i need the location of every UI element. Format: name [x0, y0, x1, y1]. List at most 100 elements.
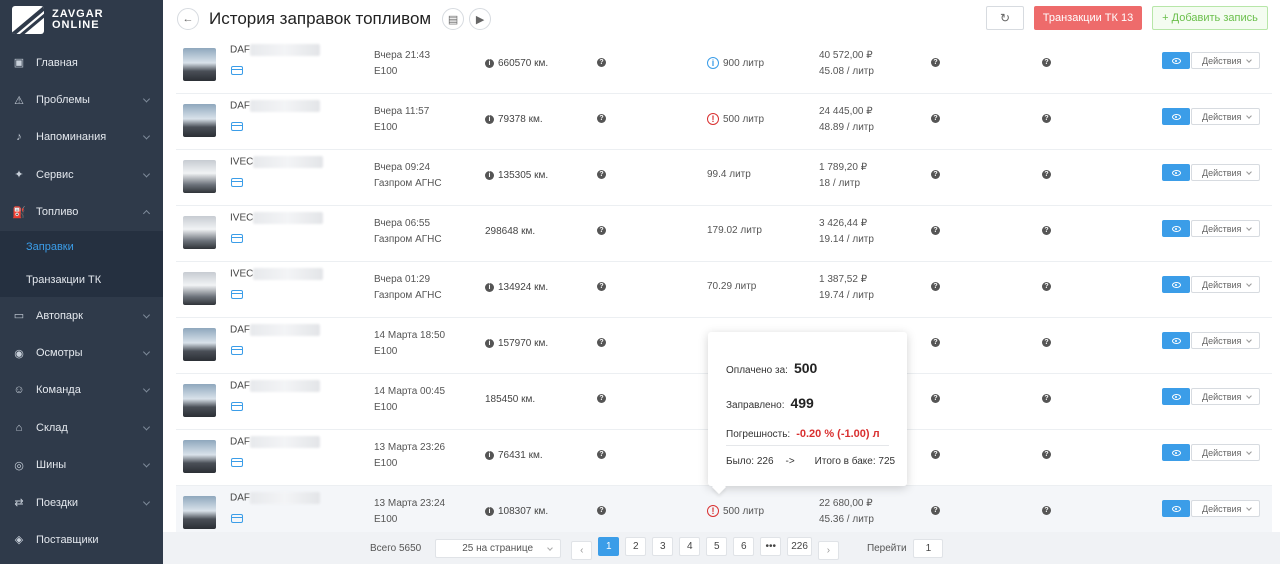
sidebar-item-8[interactable]: ⌂ Склад	[0, 409, 163, 446]
help-icon[interactable]: ?	[597, 506, 606, 515]
back-button[interactable]: ←	[177, 8, 199, 30]
info-dot-icon[interactable]: i	[485, 59, 494, 68]
info-dot-icon[interactable]: i	[485, 339, 494, 348]
refresh-button[interactable]: ↻	[986, 6, 1024, 30]
help-icon[interactable]: ?	[931, 394, 940, 403]
sidebar-item-9[interactable]: ◎ Шины	[0, 447, 163, 484]
actions-dropdown[interactable]: Действия	[1191, 52, 1260, 69]
prev-page-button[interactable]: ‹	[571, 540, 593, 560]
vehicle-name[interactable]: DAF	[230, 324, 320, 336]
sidebar-item-5[interactable]: ▭ Автопарк	[0, 297, 163, 334]
sidebar-item-6[interactable]: ◉ Осмотры	[0, 334, 163, 371]
help-icon[interactable]: ?	[931, 338, 940, 347]
help-icon[interactable]: ?	[1042, 226, 1051, 235]
sidebar-item-10[interactable]: ⇄ Поездки	[0, 484, 163, 521]
help-icon[interactable]: ?	[1042, 282, 1051, 291]
view-button[interactable]	[1162, 220, 1190, 237]
actions-dropdown[interactable]: Действия	[1191, 388, 1260, 405]
next-page-button[interactable]: ›	[817, 540, 839, 560]
table-row[interactable]: IVEC Вчера 06:55 Газпром АГНС 298648 км.? 17…	[176, 206, 1272, 262]
help-icon[interactable]: ?	[597, 226, 606, 235]
actions-dropdown[interactable]: Действия	[1191, 164, 1260, 181]
page-button[interactable]: 2	[625, 536, 647, 556]
alert-circle-icon[interactable]: !	[707, 113, 719, 125]
vehicle-name[interactable]: DAF	[230, 492, 320, 504]
help-icon[interactable]: ?	[931, 114, 940, 123]
help-icon[interactable]: ?	[597, 450, 606, 459]
view-button[interactable]	[1162, 500, 1190, 517]
export-document-button[interactable]: ▤	[442, 8, 465, 30]
brand-logo[interactable]: ZAVGAR ONLINE	[0, 0, 163, 40]
info-dot-icon[interactable]: i	[485, 115, 494, 124]
sidebar-item-0[interactable]: ▣ Главная	[0, 44, 163, 81]
vehicle-name[interactable]: DAF	[230, 44, 320, 56]
help-icon[interactable]: ?	[931, 450, 940, 459]
sidebar-item-2[interactable]: ♪ Напоминания	[0, 119, 163, 156]
help-icon[interactable]: ?	[931, 170, 940, 179]
vehicle-name[interactable]: DAF	[230, 100, 320, 112]
help-icon[interactable]: ?	[931, 506, 940, 515]
view-button[interactable]	[1162, 332, 1190, 349]
view-button[interactable]	[1162, 52, 1190, 69]
add-record-button[interactable]: + Добавить запись	[1152, 6, 1268, 30]
vehicle-name[interactable]: IVEC	[230, 268, 324, 280]
info-circle-icon[interactable]: i	[707, 57, 719, 69]
sidebar-item-7[interactable]: ☺ Команда	[0, 372, 163, 409]
vehicle-name[interactable]: DAF	[230, 436, 320, 448]
view-button[interactable]	[1162, 276, 1190, 293]
sidebar-item-4[interactable]: ⛽ Топливо	[0, 194, 163, 231]
info-dot-icon[interactable]: i	[485, 507, 494, 516]
view-button[interactable]	[1162, 388, 1190, 405]
sidebar-item-1[interactable]: ⚠ Проблемы	[0, 81, 163, 118]
info-dot-icon[interactable]: i	[485, 171, 494, 180]
help-icon[interactable]: ?	[1042, 506, 1051, 515]
vehicle-name[interactable]: IVEC	[230, 212, 324, 224]
page-button[interactable]: 226	[787, 536, 812, 556]
page-button[interactable]: 5	[706, 536, 728, 556]
video-button[interactable]: ▶	[469, 8, 492, 30]
page-button[interactable]: 1	[598, 536, 620, 556]
actions-dropdown[interactable]: Действия	[1191, 108, 1260, 125]
help-icon[interactable]: ?	[597, 394, 606, 403]
help-icon[interactable]: ?	[931, 58, 940, 67]
table-row[interactable]: IVEC Вчера 09:24 Газпром АГНС i 135305 км.? 9…	[176, 150, 1272, 206]
per-page-select[interactable]: 25 на странице	[435, 538, 562, 558]
actions-dropdown[interactable]: Действия	[1191, 444, 1260, 461]
page-button[interactable]: •••	[760, 536, 782, 556]
help-icon[interactable]: ?	[597, 170, 606, 179]
help-icon[interactable]: ?	[597, 338, 606, 347]
help-icon[interactable]: ?	[597, 58, 606, 67]
help-icon[interactable]: ?	[597, 114, 606, 123]
tk-transactions-button[interactable]: Транзакции ТК 13	[1034, 6, 1142, 30]
actions-dropdown[interactable]: Действия	[1191, 220, 1260, 237]
help-icon[interactable]: ?	[1042, 450, 1051, 459]
page-button[interactable]: 6	[733, 536, 755, 556]
view-button[interactable]	[1162, 444, 1190, 461]
table-row[interactable]: DAF Вчера 11:57 E100 i 79378 км.?! 500 литр 24…	[176, 94, 1272, 150]
help-icon[interactable]: ?	[1042, 338, 1051, 347]
goto-page-input[interactable]: 1	[912, 538, 943, 558]
actions-dropdown[interactable]: Действия	[1191, 332, 1260, 349]
view-button[interactable]	[1162, 108, 1190, 125]
sidebar-item-11[interactable]: ◈ Поставщики	[0, 521, 163, 558]
actions-dropdown[interactable]: Действия	[1191, 276, 1260, 293]
help-icon[interactable]: ?	[931, 282, 940, 291]
help-icon[interactable]: ?	[1042, 394, 1051, 403]
help-icon[interactable]: ?	[1042, 114, 1051, 123]
table-row[interactable]: DAF Вчера 21:43 E100 i 660570 км.? i 900 литр 4…	[176, 38, 1272, 94]
alert-circle-icon[interactable]: !	[707, 505, 719, 517]
vehicle-name[interactable]: IVEC	[230, 156, 324, 168]
help-icon[interactable]: ?	[597, 282, 606, 291]
view-button[interactable]	[1162, 164, 1190, 181]
info-dot-icon[interactable]: i	[485, 451, 494, 460]
subnav-item-1[interactable]: Транзакции ТК	[0, 264, 163, 297]
page-button[interactable]: 3	[652, 536, 674, 556]
info-dot-icon[interactable]: i	[485, 283, 494, 292]
page-button[interactable]: 4	[679, 536, 701, 556]
sidebar-item-3[interactable]: ✦ Сервис	[0, 156, 163, 193]
help-icon[interactable]: ?	[1042, 58, 1051, 67]
help-icon[interactable]: ?	[1042, 170, 1051, 179]
vehicle-name[interactable]: DAF	[230, 380, 320, 392]
table-row[interactable]: IVEC Вчера 01:29 Газпром АГНС i 134924 км.? 7…	[176, 262, 1272, 318]
help-icon[interactable]: ?	[931, 226, 940, 235]
